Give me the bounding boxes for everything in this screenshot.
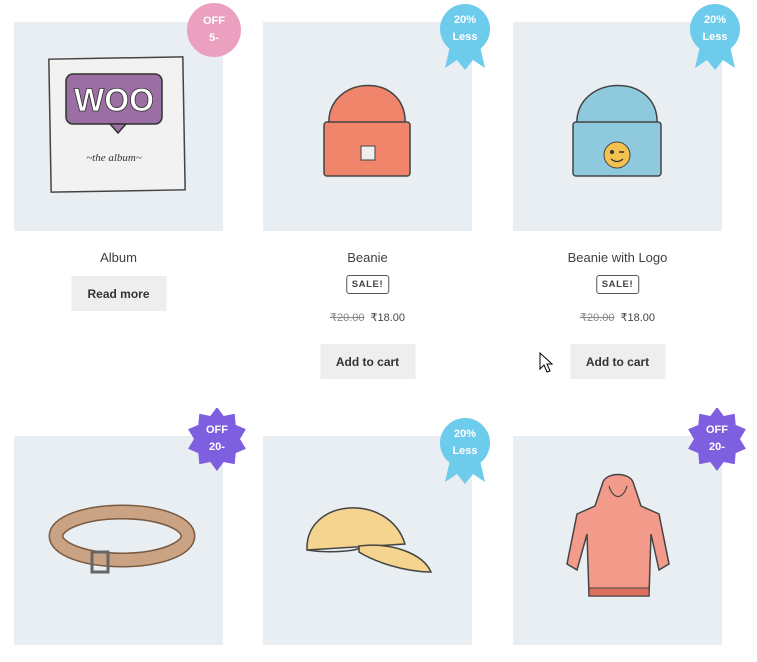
discount-badge: 20% Less <box>435 2 499 70</box>
mouse-pointer-icon <box>539 352 554 373</box>
badge-text-line2: Less <box>452 445 478 457</box>
new-price: ₹18.00 <box>370 312 406 324</box>
badge-text-line2: 5- <box>209 32 219 44</box>
sale-badge: SALE! <box>345 275 390 294</box>
badge-text-line1: OFF <box>203 15 225 27</box>
badge-text-line2: 20- <box>709 441 725 453</box>
product-title[interactable]: Beanie <box>263 250 472 265</box>
badge-text-line1: OFF <box>706 424 728 436</box>
read-more-button[interactable]: Read more <box>71 276 166 311</box>
product-title[interactable]: Album <box>14 250 223 265</box>
discount-badge: 20% Less <box>685 2 749 70</box>
old-price: ₹20.00 <box>329 312 365 324</box>
price: ₹20.00 ₹18.00 <box>513 311 722 324</box>
add-to-cart-button[interactable]: Add to cart <box>570 344 665 379</box>
product-title[interactable]: Beanie with Logo <box>513 250 722 265</box>
badge-text-line2: 20- <box>209 441 225 453</box>
old-price: ₹20.00 <box>579 312 615 324</box>
badge-text-line1: 20% <box>453 14 477 26</box>
add-to-cart-button[interactable]: Add to cart <box>320 344 415 379</box>
new-price: ₹18.00 <box>620 312 656 324</box>
price: ₹20.00 ₹18.00 <box>263 311 472 324</box>
sale-badge: SALE! <box>595 275 640 294</box>
discount-badge: OFF 5- <box>184 2 248 66</box>
badge-text-line1: 20% <box>703 14 727 26</box>
badge-text-line2: Less <box>452 31 478 43</box>
badge-text-line2: Less <box>702 31 728 43</box>
badge-text-line1: 20% <box>453 428 477 440</box>
svg-text:WOO: WOO <box>74 82 154 118</box>
svg-text:~the album~: ~the album~ <box>86 152 142 164</box>
discount-badge: 20% Less <box>435 416 499 484</box>
discount-badge: OFF 20- <box>685 408 749 472</box>
badge-text-line1: OFF <box>206 424 228 436</box>
discount-badge: OFF 20- <box>185 408 249 472</box>
